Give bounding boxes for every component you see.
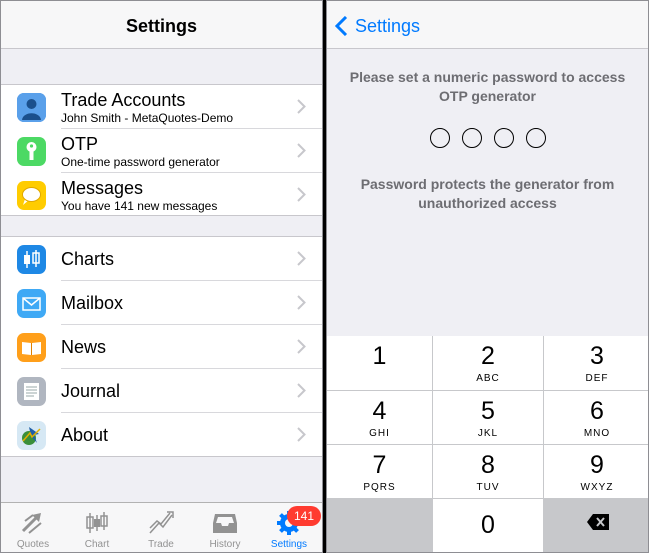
key-letters: WXYZ: [580, 482, 614, 493]
key-5[interactable]: 5 JKL: [433, 391, 543, 444]
chevron-left-icon: [335, 16, 348, 36]
back-label: Settings: [355, 16, 421, 36]
key-digit: 7: [372, 451, 387, 479]
row-charts[interactable]: Charts: [1, 237, 322, 281]
quotes-arrows-icon: [21, 513, 42, 534]
settings-group-features: Charts Mailbox News Journal About: [1, 236, 322, 457]
tab-label: Settings: [270, 539, 308, 550]
settings-screen: Settings Trade Accounts John Smith - Met…: [0, 0, 323, 553]
backspace-icon: [587, 514, 609, 530]
key-4[interactable]: 4 GHI: [327, 391, 432, 444]
tab-trade[interactable]: Trade: [129, 503, 193, 552]
tab-label: Trade: [148, 539, 174, 550]
chevron-right-icon: [297, 187, 306, 202]
key-letters: TUV: [476, 482, 500, 493]
row-subtitle: One-time password generator: [61, 155, 220, 169]
passcode-dots: [327, 128, 648, 150]
otp-password-screen: Settings Please set a numeric password t…: [326, 0, 649, 553]
metatrader-logo-icon: [17, 421, 46, 450]
row-news[interactable]: News: [1, 325, 322, 369]
key-letters: ABC: [476, 373, 500, 384]
document-lines-icon: [17, 377, 46, 406]
key-letters: DEF: [585, 373, 609, 384]
tab-label: Quotes: [16, 539, 50, 550]
row-title: About: [61, 425, 109, 445]
trend-line-icon: [149, 511, 174, 534]
key-digit: 3: [590, 342, 604, 370]
row-journal[interactable]: Journal: [1, 369, 322, 413]
row-title: News: [61, 337, 107, 357]
tab-history[interactable]: History: [193, 503, 257, 552]
passcode-dot: [525, 128, 546, 148]
chevron-right-icon: [297, 295, 306, 310]
key-8[interactable]: 8 TUV: [433, 445, 543, 498]
key-digit: 2: [481, 342, 495, 370]
user-icon: [17, 93, 46, 122]
key-2[interactable]: 2 ABC: [433, 336, 543, 390]
key-6[interactable]: 6 MNO: [544, 391, 648, 444]
speech-bubble-icon: [17, 181, 46, 210]
tab-label: Chart: [84, 539, 110, 550]
chevron-right-icon: [297, 339, 306, 354]
tab-chart[interactable]: Chart: [65, 503, 129, 552]
key-digit: 5: [481, 397, 495, 425]
chevron-right-icon: [297, 427, 306, 442]
page-title: Settings: [125, 16, 197, 36]
key-icon: [17, 137, 46, 166]
book-icon: [17, 333, 46, 362]
tab-bar: Quotes Chart Trade History Settings: [1, 502, 322, 552]
numeric-keypad: 1 2 ABC 3 DEF 4 GHI 5 JKL 6 MNO 7 PQRS 8…: [327, 336, 648, 552]
notification-badge: 141: [287, 506, 321, 526]
key-blank: [327, 499, 432, 552]
key-letters: GHI: [369, 428, 390, 439]
tab-quotes[interactable]: Quotes: [1, 503, 65, 552]
password-note: Password protects the generator from una…: [360, 176, 615, 211]
candlestick-icon: [86, 512, 108, 533]
key-digit: 0: [481, 511, 495, 539]
envelope-icon: [17, 289, 46, 318]
row-otp[interactable]: OTP One-time password generator: [1, 129, 322, 173]
chevron-right-icon: [297, 251, 306, 266]
row-title: Messages: [61, 178, 144, 198]
key-7[interactable]: 7 PQRS: [327, 445, 432, 498]
row-mailbox[interactable]: Mailbox: [1, 281, 322, 325]
row-title: Mailbox: [61, 293, 124, 313]
passcode-dot: [461, 128, 482, 148]
row-title: Charts: [61, 249, 115, 269]
key-letters: JKL: [477, 428, 499, 439]
key-letters: PQRS: [363, 482, 396, 493]
row-subtitle: John Smith - MetaQuotes-Demo: [61, 111, 234, 125]
key-1[interactable]: 1: [327, 336, 432, 390]
key-digit: 4: [372, 397, 387, 425]
row-subtitle: You have 141 new messages: [61, 199, 218, 213]
key-digit: 9: [590, 451, 604, 479]
delete-button[interactable]: [544, 499, 648, 552]
chevron-right-icon: [297, 383, 306, 398]
key-0[interactable]: 0: [433, 499, 543, 552]
chevron-right-icon: [297, 143, 306, 158]
password-prompt: Please set a numeric password to access …: [349, 69, 626, 104]
row-about[interactable]: About: [1, 413, 322, 457]
passcode-dot: [429, 128, 450, 148]
candlestick-icon: [17, 245, 46, 274]
key-letters: MNO: [583, 428, 611, 439]
inbox-tray-icon: [213, 514, 237, 533]
row-title: Journal: [61, 381, 121, 401]
navigation-bar: Settings: [1, 1, 322, 49]
row-title: Trade Accounts: [61, 90, 186, 110]
passcode-dot: [493, 128, 514, 148]
settings-group-account: Trade Accounts John Smith - MetaQuotes-D…: [1, 84, 322, 216]
tab-label: History: [209, 539, 241, 550]
chevron-right-icon: [297, 99, 306, 114]
key-3[interactable]: 3 DEF: [544, 336, 648, 390]
key-9[interactable]: 9 WXYZ: [544, 445, 648, 498]
row-title: OTP: [61, 134, 99, 154]
key-digit: 1: [372, 342, 387, 370]
navigation-bar: Settings: [327, 1, 648, 49]
key-digit: 8: [481, 451, 495, 479]
row-trade-accounts[interactable]: Trade Accounts John Smith - MetaQuotes-D…: [1, 85, 322, 129]
row-messages[interactable]: Messages You have 141 new messages: [1, 173, 322, 217]
key-digit: 6: [590, 397, 604, 425]
